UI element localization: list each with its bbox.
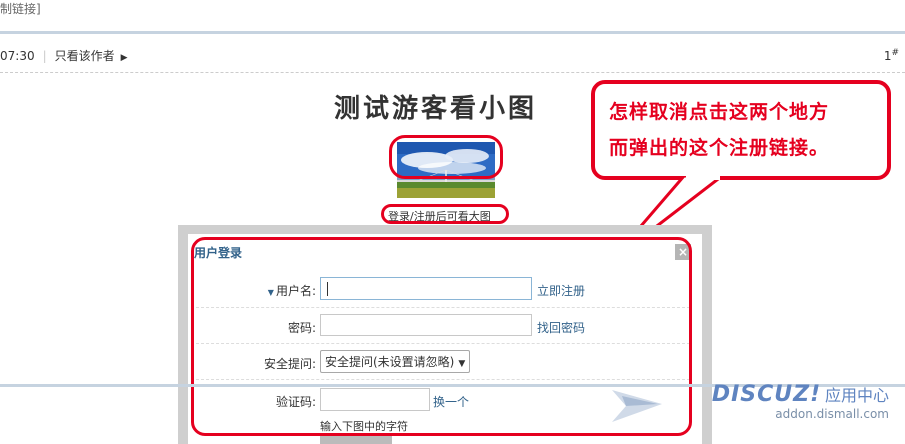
highlight-link-oval xyxy=(381,204,509,224)
watermark-subtitle: 应用中心 xyxy=(824,386,889,405)
triangle-right-icon: ▶ xyxy=(120,53,128,63)
copy-link-fragment[interactable]: 制链接] xyxy=(0,0,41,17)
header-separator xyxy=(0,31,905,34)
only-author-link[interactable]: 只看该作者 xyxy=(55,49,115,63)
discuz-logo-icon xyxy=(612,390,662,422)
meta-divider-line xyxy=(0,72,905,73)
highlight-thumbnail-oval xyxy=(389,135,503,179)
post-title: 测试游客看小图 xyxy=(334,94,538,124)
annotation-line-2: 而弹出的这个注册链接。 xyxy=(609,137,830,159)
discuz-watermark: DISCUZ! 应用中心 addon.dismall.com xyxy=(712,382,889,421)
meta-divider: | xyxy=(42,49,47,63)
watermark-url: addon.dismall.com xyxy=(775,407,889,421)
annotation-line-1: 怎样取消点击这两个地方 xyxy=(609,101,830,123)
post-meta: 07:30 | 只看该作者 ▶ xyxy=(0,47,128,64)
watermark-brand: DISCUZ! xyxy=(711,382,822,407)
post-floor-number[interactable]: 1# xyxy=(884,48,899,63)
captcha-image[interactable] xyxy=(320,436,392,444)
floor-sup: # xyxy=(891,48,899,58)
post-time: 07:30 xyxy=(0,49,35,63)
annotation-bubble: 怎样取消点击这两个地方 而弹出的这个注册链接。 xyxy=(591,80,891,180)
